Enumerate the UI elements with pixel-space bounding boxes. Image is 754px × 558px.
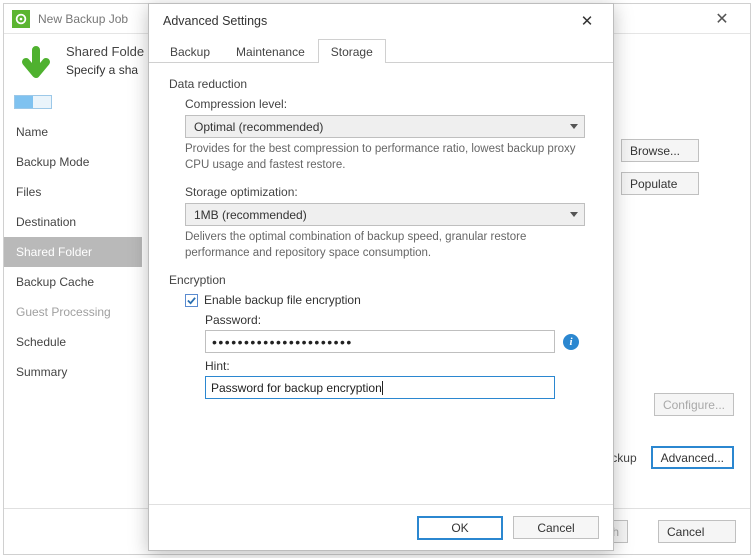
- close-icon[interactable]: ✕: [702, 9, 742, 29]
- chevron-down-icon: [570, 212, 578, 217]
- dialog-body: Data reduction Compression level: Optima…: [149, 63, 613, 504]
- step-guest-processing[interactable]: Guest Processing: [4, 297, 142, 327]
- step-name[interactable]: Name: [4, 117, 142, 147]
- storage-opt-value: 1MB (recommended): [194, 208, 307, 222]
- hint-label: Hint:: [205, 359, 595, 373]
- advanced-button[interactable]: Advanced...: [651, 446, 734, 469]
- close-icon[interactable]: ✕: [567, 7, 607, 35]
- step-files[interactable]: Files: [4, 177, 142, 207]
- wizard-header-graphic: [14, 44, 66, 109]
- ok-button[interactable]: OK: [417, 516, 503, 540]
- tab-maintenance[interactable]: Maintenance: [223, 39, 318, 63]
- storage-opt-label: Storage optimization:: [185, 185, 595, 199]
- tab-backup[interactable]: Backup: [157, 39, 223, 63]
- chevron-down-icon: [570, 124, 578, 129]
- compression-help: Provides for the best compression to per…: [185, 142, 585, 173]
- advanced-settings-dialog: Advanced Settings ✕ Backup Maintenance S…: [148, 3, 614, 551]
- password-input[interactable]: ••••••••••••••••••••••: [205, 330, 555, 353]
- encryption-checkbox-label: Enable backup file encryption: [204, 293, 361, 307]
- configure-button: Configure...: [654, 393, 734, 416]
- browse-button[interactable]: Browse...: [621, 139, 699, 162]
- hint-value: Password for backup encryption: [211, 381, 382, 395]
- wizard-header-text: Shared Folde Specify a sha: [66, 44, 144, 109]
- hint-input[interactable]: Password for backup encryption: [205, 376, 555, 399]
- dialog-footer: OK Cancel: [149, 504, 613, 550]
- dialog-titlebar: Advanced Settings ✕: [149, 4, 613, 38]
- dialog-cancel-button[interactable]: Cancel: [513, 516, 599, 539]
- step-schedule[interactable]: Schedule: [4, 327, 142, 357]
- password-label: Password:: [205, 313, 595, 327]
- step-destination[interactable]: Destination: [4, 207, 142, 237]
- step-summary[interactable]: Summary: [4, 357, 142, 387]
- step-shared-folder[interactable]: Shared Folder: [4, 237, 142, 267]
- storage-opt-help: Delivers the optimal combination of back…: [185, 230, 585, 261]
- compression-value: Optimal (recommended): [194, 120, 323, 134]
- compression-combo[interactable]: Optimal (recommended): [185, 115, 585, 138]
- download-icon: [14, 44, 58, 91]
- wizard-cancel-button[interactable]: Cancel: [658, 520, 736, 543]
- encryption-checkbox[interactable]: [185, 294, 198, 307]
- text-caret: [382, 381, 383, 395]
- page-heading: Shared Folde: [66, 44, 144, 59]
- encryption-checkbox-row[interactable]: Enable backup file encryption: [185, 293, 595, 307]
- tab-storage[interactable]: Storage: [318, 39, 386, 63]
- dialog-tabs: Backup Maintenance Storage: [149, 38, 613, 63]
- wizard-steps: Name Backup Mode Files Destination Share…: [4, 113, 142, 545]
- group-data-reduction: Data reduction: [169, 77, 595, 91]
- storage-opt-combo[interactable]: 1MB (recommended): [185, 203, 585, 226]
- compression-label: Compression level:: [185, 97, 595, 111]
- info-icon[interactable]: i: [563, 334, 579, 350]
- progress-icon: [14, 95, 52, 109]
- dialog-title: Advanced Settings: [163, 14, 567, 28]
- group-encryption: Encryption: [169, 273, 595, 287]
- app-icon: [12, 10, 30, 28]
- step-backup-mode[interactable]: Backup Mode: [4, 147, 142, 177]
- step-backup-cache[interactable]: Backup Cache: [4, 267, 142, 297]
- populate-button[interactable]: Populate: [621, 172, 699, 195]
- page-subheading: Specify a sha: [66, 63, 144, 77]
